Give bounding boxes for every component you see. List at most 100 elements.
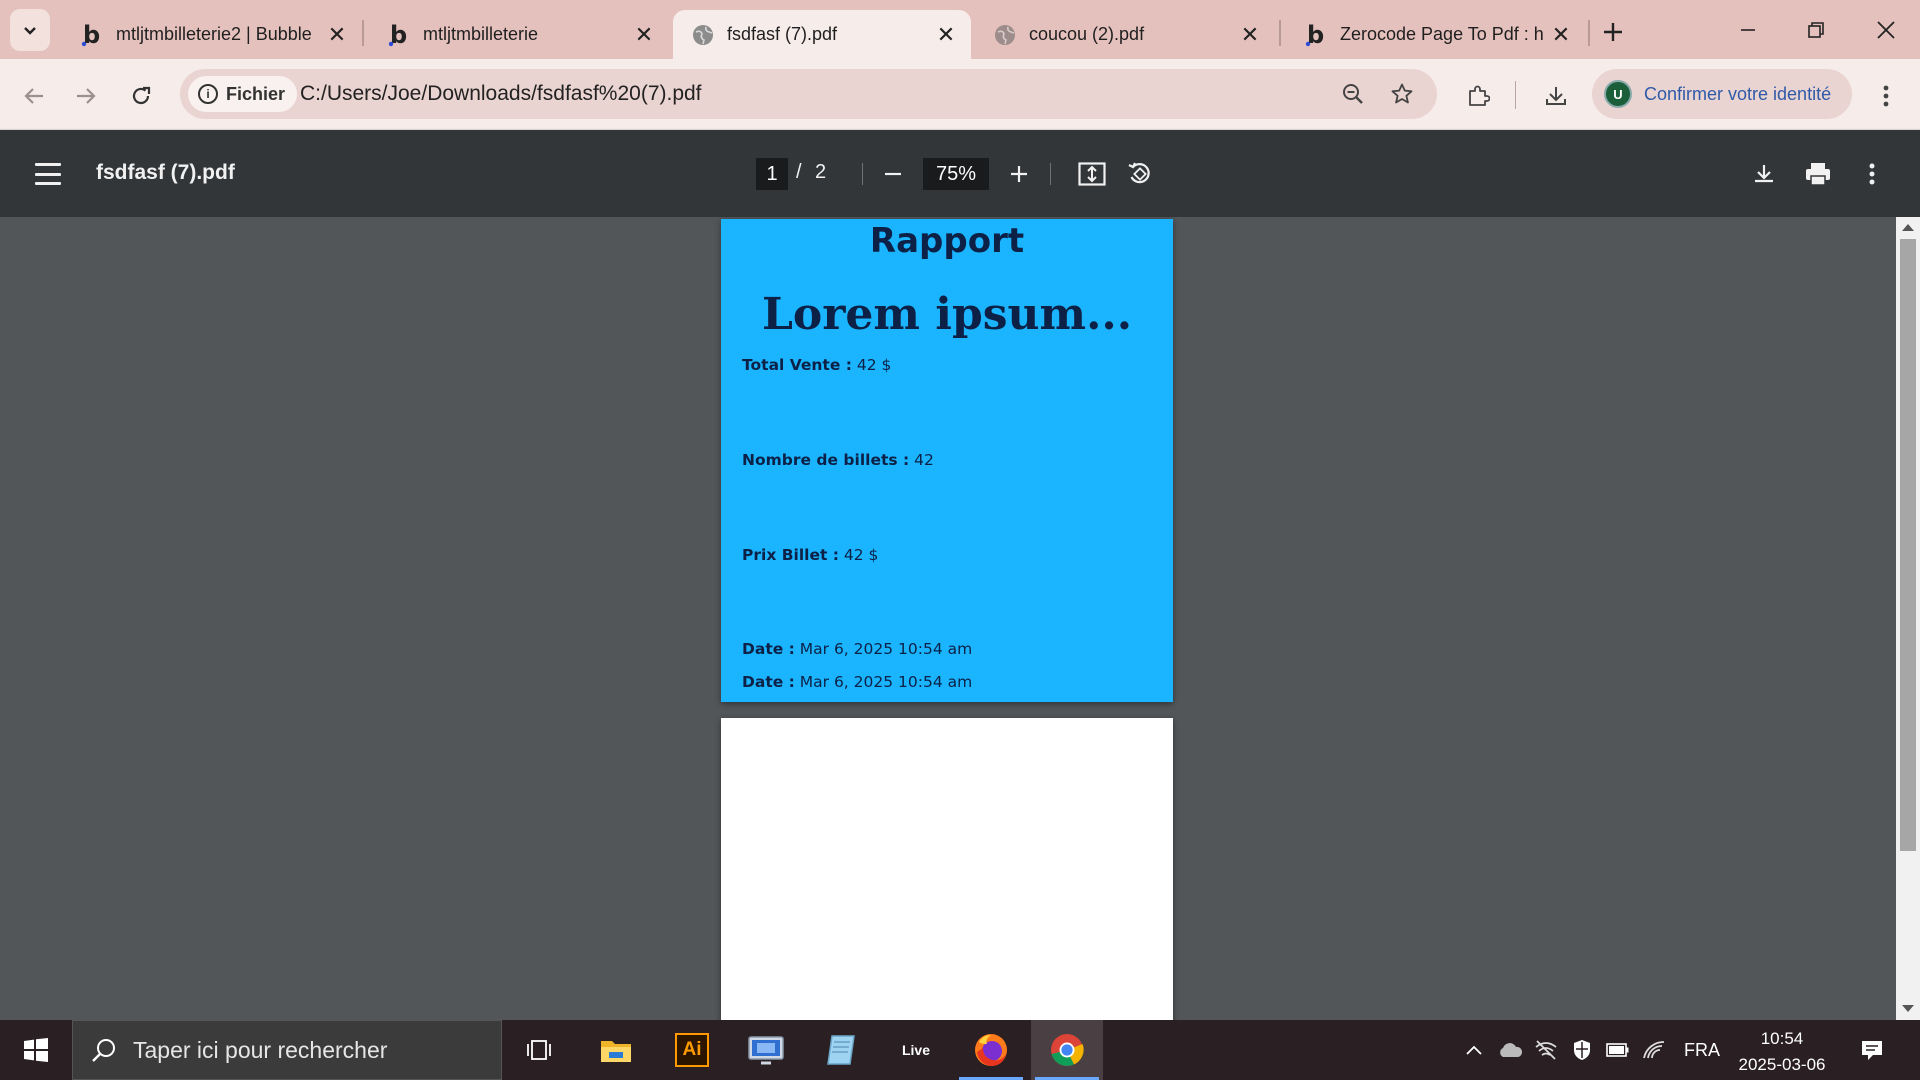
tab-zerocode-page-to-pdf[interactable]: b Zerocode Page To Pdf : h ✕ xyxy=(1286,10,1586,59)
tab-divider xyxy=(1588,20,1590,46)
globe-icon xyxy=(993,23,1017,47)
input-language-indicator[interactable]: FRA xyxy=(1684,1040,1720,1061)
menu-icon[interactable] xyxy=(32,158,64,190)
security-tray-icon[interactable] xyxy=(1566,1020,1598,1080)
clock-date: 2025-03-06 xyxy=(1738,1055,1826,1074)
toolbar-divider xyxy=(862,163,863,185)
plus-icon xyxy=(1011,166,1027,182)
notepad-button[interactable] xyxy=(805,1020,877,1080)
tab-mtljtmbilleterie2[interactable]: b mtljtmbilleteriе2 | Bubble ✕ xyxy=(62,10,362,59)
printer-icon xyxy=(1806,163,1830,186)
start-button[interactable] xyxy=(0,1020,72,1080)
onedrive-tray-icon[interactable] xyxy=(1494,1020,1526,1080)
zoom-level-input[interactable]: 75% xyxy=(923,158,989,190)
tab-divider xyxy=(362,20,364,46)
task-view-button[interactable] xyxy=(504,1020,576,1080)
zoom-indicator-button[interactable] xyxy=(1336,77,1370,111)
minimize-window-button[interactable] xyxy=(1720,8,1776,52)
new-tab-button[interactable] xyxy=(1595,14,1631,50)
field-label: Date : xyxy=(742,673,795,691)
print-button[interactable] xyxy=(1798,154,1838,194)
url-text[interactable]: C:/Users/Joe/Downloads/fsdfasf%20(7).pdf xyxy=(300,82,702,106)
shield-icon xyxy=(1574,1040,1590,1060)
site-info-chip[interactable]: i Fichier xyxy=(188,76,298,112)
scroll-up-arrow[interactable] xyxy=(1902,224,1914,231)
wifi-tray-icon[interactable] xyxy=(1638,1020,1670,1080)
field-date: Date : Mar 6, 2025 10:54 am xyxy=(742,673,972,691)
zoom-in-button[interactable] xyxy=(999,154,1039,194)
avatar: U xyxy=(1604,80,1632,108)
notifications-button[interactable] xyxy=(1852,1020,1892,1080)
reload-icon xyxy=(132,86,151,105)
page-separator: / xyxy=(796,161,802,183)
address-bar[interactable]: i Fichier C:/Users/Joe/Downloads/fsdfasf… xyxy=(180,69,1437,119)
chevron-down-icon xyxy=(24,27,36,35)
pdf-page-2 xyxy=(721,718,1173,1020)
pdf-download-button[interactable] xyxy=(1744,154,1784,194)
field-value: Mar 6, 2025 10:54 am xyxy=(794,640,973,658)
tab-mtljtmbilleterie[interactable]: b mtljtmbilleterie ✕ xyxy=(369,10,669,59)
system-clock[interactable]: 10:54 2025-03-06 xyxy=(1732,1026,1832,1078)
browser-menu-button[interactable] xyxy=(1870,76,1902,116)
wifi-off-icon xyxy=(1535,1040,1557,1060)
back-button[interactable] xyxy=(14,76,54,116)
field-label: Prix Billet : xyxy=(742,546,839,564)
forward-button[interactable] xyxy=(66,76,106,116)
profile-chip[interactable]: U Confirmer votre identité xyxy=(1592,69,1852,119)
page-number-input[interactable]: 1 xyxy=(756,158,788,190)
scroll-down-arrow[interactable] xyxy=(1902,1005,1914,1012)
globe-icon xyxy=(691,23,715,47)
tab-search-button[interactable] xyxy=(10,9,50,51)
battery-icon xyxy=(1606,1043,1629,1057)
extensions-button[interactable] xyxy=(1458,76,1498,116)
close-tab-icon[interactable]: ✕ xyxy=(933,22,959,48)
tab-fsdfasf-pdf[interactable]: fsdfasf (7).pdf ✕ xyxy=(673,10,971,59)
taskbar-search[interactable]: Taper ici pour rechercher xyxy=(72,1020,502,1080)
fit-to-page-button[interactable] xyxy=(1072,154,1112,194)
minimize-icon xyxy=(1741,29,1755,31)
rotate-icon xyxy=(1128,162,1150,184)
downloads-button[interactable] xyxy=(1536,76,1576,116)
bubble-b-icon: b xyxy=(80,23,104,47)
pdf-toolbar: fsdfasf (7).pdf 1 / 2 75% xyxy=(0,130,1920,217)
more-vert-icon xyxy=(1869,163,1875,185)
battery-tray-icon[interactable] xyxy=(1602,1020,1634,1080)
cloud-icon xyxy=(1500,1043,1523,1057)
close-tab-icon[interactable]: ✕ xyxy=(631,22,657,48)
close-tab-icon[interactable]: ✕ xyxy=(1237,22,1263,48)
remote-desktop-button[interactable] xyxy=(730,1020,802,1080)
firefox-button[interactable] xyxy=(955,1020,1027,1080)
report-title: Lorem ipsum... xyxy=(761,289,1133,340)
reload-button[interactable] xyxy=(121,76,161,116)
vertical-scrollbar[interactable] xyxy=(1896,217,1920,1020)
restore-window-button[interactable] xyxy=(1788,8,1844,52)
pdf-viewer[interactable]: Rapport Lorem ipsum... Total Vente : 42 … xyxy=(0,217,1896,1020)
tab-title: mtljtmbilleterie xyxy=(423,24,539,44)
illustrator-button[interactable]: Ai xyxy=(656,1020,728,1080)
illustrator-icon: Ai xyxy=(675,1033,709,1067)
chrome-button[interactable] xyxy=(1031,1020,1103,1080)
field-prix-billet: Prix Billet : 42 $ xyxy=(742,546,878,564)
live-app-button[interactable]: Live xyxy=(880,1020,952,1080)
windows-logo-icon xyxy=(24,1038,48,1062)
network-status-tray-icon[interactable] xyxy=(1530,1020,1562,1080)
close-icon xyxy=(1877,21,1895,39)
zoom-out-button[interactable] xyxy=(873,154,913,194)
close-tab-icon[interactable]: ✕ xyxy=(1548,22,1574,48)
file-explorer-icon xyxy=(601,1041,631,1062)
close-tab-icon[interactable]: ✕ xyxy=(324,22,350,48)
tab-coucou-pdf[interactable]: coucou (2).pdf ✕ xyxy=(975,10,1275,59)
show-hidden-icons-button[interactable] xyxy=(1460,1020,1488,1080)
chrome-icon xyxy=(1051,1034,1084,1067)
clock-time: 10:54 xyxy=(1760,1029,1804,1048)
search-icon xyxy=(92,1039,115,1062)
pdf-more-button[interactable] xyxy=(1852,154,1892,194)
close-window-button[interactable] xyxy=(1858,8,1914,52)
browser-toolbar: i Fichier C:/Users/Joe/Downloads/fsdfasf… xyxy=(0,59,1920,130)
scroll-thumb[interactable] xyxy=(1900,239,1916,851)
field-total-vente: Total Vente : 42 $ xyxy=(742,356,891,374)
file-explorer-button[interactable] xyxy=(580,1020,652,1080)
field-nombre-de-billets: Nombre de billets : 42 xyxy=(742,451,934,469)
rotate-button[interactable] xyxy=(1120,154,1160,194)
bookmark-button[interactable] xyxy=(1385,77,1419,111)
